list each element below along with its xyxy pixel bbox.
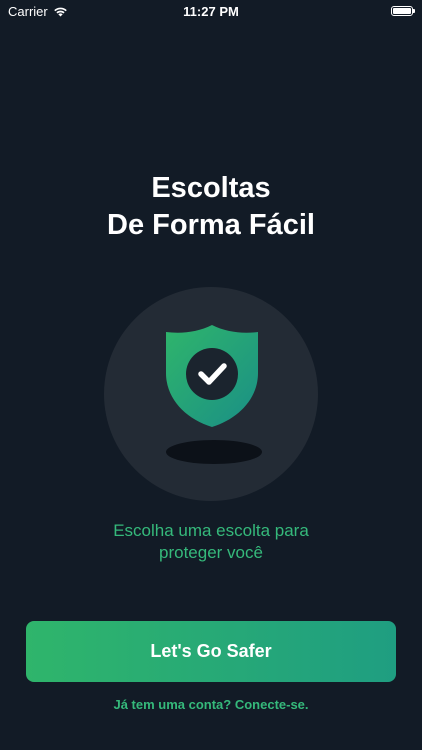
battery-level — [393, 8, 411, 14]
subtitle: Escolha uma escolta para proteger você — [0, 520, 422, 564]
subtitle-line-1: Escolha uma escolta para — [113, 521, 309, 540]
shield-shadow — [166, 440, 262, 464]
lets-go-safer-button[interactable]: Let's Go Safer — [26, 621, 396, 682]
shield-check-icon — [166, 325, 258, 427]
login-link[interactable]: Já tem uma conta? Conecte-se. — [0, 697, 422, 712]
subtitle-line-2: proteger você — [159, 543, 263, 562]
title-line-2: De Forma Fácil — [107, 209, 315, 241]
page-title: Escoltas De Forma Fácil — [0, 170, 422, 244]
title-line-1: Escoltas — [151, 172, 271, 204]
status-bar: Carrier 11:27 PM — [0, 0, 422, 22]
battery-icon — [391, 6, 415, 16]
status-time: 11:27 PM — [183, 4, 239, 19]
